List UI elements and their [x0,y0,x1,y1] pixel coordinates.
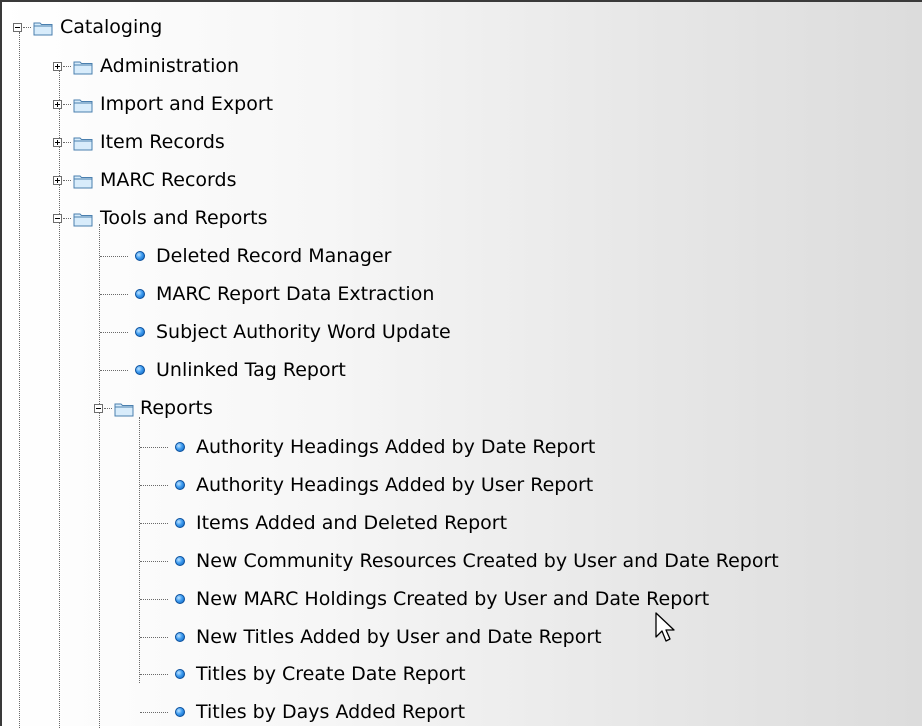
tree-line [140,485,168,486]
tree-line [104,408,112,409]
blue-bullet-icon [135,289,145,299]
tree-panel: Cataloging Administration Import and Exp… [0,0,922,728]
collapse-toggle-cataloging[interactable] [13,23,22,32]
blue-bullet-icon [135,251,145,261]
tree-label-administration[interactable]: Administration [100,55,239,77]
tree-line [100,294,128,295]
folder-icon [73,213,93,227]
tree-label-import-and-export[interactable]: Import and Export [100,93,273,115]
tree-line [19,32,20,728]
folder-icon [73,137,93,151]
tree-label-marc-report-data-extraction[interactable]: MARC Report Data Extraction [156,283,434,305]
folder-icon [73,99,93,113]
tree-label-deleted-record-manager[interactable]: Deleted Record Manager [156,245,392,267]
tree-line [140,447,168,448]
folder-icon [33,22,53,36]
collapse-toggle-reports[interactable] [94,404,103,413]
blue-bullet-icon [175,442,185,452]
expand-toggle-marc-records[interactable] [53,176,62,185]
blue-bullet-icon [135,327,145,337]
tree-label-item-records[interactable]: Item Records [100,131,225,153]
tree-line [100,256,128,257]
blue-bullet-icon [175,556,185,566]
folder-icon [73,61,93,75]
blue-bullet-icon [175,480,185,490]
tree-label-report[interactable]: Authority Headings Added by Date Report [196,436,595,458]
tree-line [140,674,168,675]
tree-line [140,561,168,562]
tree-line [63,218,71,219]
tree-label-subject-authority-word-update[interactable]: Subject Authority Word Update [156,321,451,343]
tree-label-cataloging[interactable]: Cataloging [60,16,162,38]
tree-label-report[interactable]: New MARC Holdings Created by User and Da… [196,588,709,610]
tree-label-report[interactable]: Titles by Days Added Report [196,701,465,723]
blue-bullet-icon [175,707,185,717]
tree-line [59,68,60,728]
tree-line [100,332,128,333]
tree-label-report[interactable]: New Community Resources Created by User … [196,550,779,572]
tree-line [63,104,71,105]
tree-line [99,224,100,728]
tree-line [140,599,168,600]
folder-icon [114,403,134,417]
tree-line [63,142,71,143]
expand-toggle-item-records[interactable] [53,138,62,147]
tree-line [140,712,168,713]
collapse-toggle-tools-and-reports[interactable] [53,214,62,223]
blue-bullet-icon [135,365,145,375]
tree-line [63,66,71,67]
blue-bullet-icon [175,632,185,642]
expand-toggle-administration[interactable] [53,62,62,71]
tree-line [63,180,71,181]
tree-label-reports[interactable]: Reports [140,397,213,419]
tree-label-report[interactable]: New Titles Added by User and Date Report [196,626,602,648]
blue-bullet-icon [175,594,185,604]
tree-label-report[interactable]: Titles by Create Date Report [196,663,466,685]
folder-icon [73,175,93,189]
tree-label-marc-records[interactable]: MARC Records [100,169,237,191]
tree-line [140,523,168,524]
tree-line [140,637,168,638]
mouse-pointer-icon [655,612,675,642]
tree-label-report[interactable]: Authority Headings Added by User Report [196,474,593,496]
blue-bullet-icon [175,518,185,528]
expand-toggle-import-and-export[interactable] [53,100,62,109]
tree-line [139,417,140,683]
tree-line [100,370,128,371]
tree-label-unlinked-tag-report[interactable]: Unlinked Tag Report [156,359,346,381]
tree-label-tools-and-reports[interactable]: Tools and Reports [100,207,268,229]
tree-label-report[interactable]: Items Added and Deleted Report [196,512,507,534]
blue-bullet-icon [175,669,185,679]
tree-line [23,27,31,28]
